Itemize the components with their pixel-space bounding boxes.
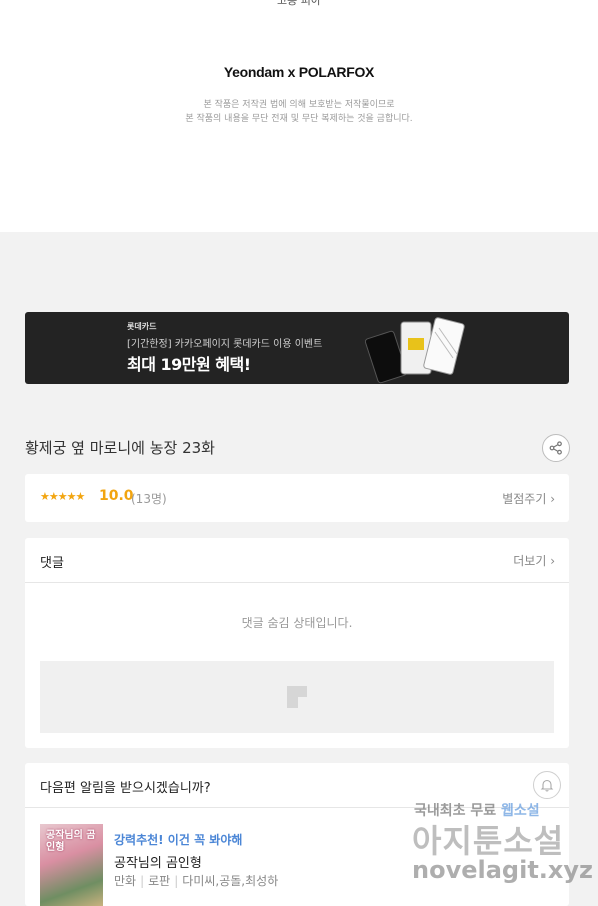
share-icon (549, 441, 562, 455)
rating-card: ★★★★★ 10.0 (13명) 별점주기 › (25, 474, 569, 522)
rate-button[interactable]: 별점주기 › (502, 490, 555, 507)
copyright-line: 본 작품의 내용을 무단 전재 및 무단 복제하는 것을 금합니다. (185, 114, 413, 124)
banner-headline: 최대 19만원 혜택! (127, 355, 251, 374)
image-placeholder-icon (287, 686, 307, 708)
notify-header: 다음편 알림을 받으시겠습니까? (25, 763, 569, 808)
notify-bell-button[interactable] (533, 771, 561, 799)
recommendation-meta: 만화 | 로판 | 다미씨,공돌,최성하 (114, 874, 279, 888)
recommendation-thumbnail[interactable]: 공작님의 곰인형 (40, 824, 103, 906)
credit-cards-illustration (365, 317, 465, 384)
banner-subtitle: [기간한정] 카카오페이지 롯데카드 이용 이벤트 (127, 339, 323, 350)
ad-banner[interactable]: 롯데카드 [기간한정] 카카오페이지 롯데카드 이용 이벤트 최대 19만원 혜… (25, 312, 569, 384)
subgenre-label: 로판 (148, 874, 171, 888)
notify-question: 다음편 알림을 받으시겠습니까? (40, 781, 211, 796)
notify-card: 다음편 알림을 받으시겠습니까? 공작님의 곰인형 강력추천! 이건 꼭 봐야해… (25, 763, 569, 906)
recommendation-title[interactable]: 공작님의 곰인형 (114, 852, 202, 871)
thumbnail-title-text: 공작님의 곰인형 (46, 830, 96, 853)
comments-title: 댓글 (40, 556, 64, 571)
cut-off-text: 고용 피아 (277, 0, 321, 7)
rating-score: 10.0 (99, 488, 134, 504)
comments-header: 댓글 더보기 › (25, 538, 569, 583)
bell-icon (540, 779, 554, 792)
studio-logo: Yeondam x POLARFOX (223, 64, 375, 80)
episode-title: 황제궁 옆 마로니에 농장 23화 (25, 439, 215, 457)
recommendation-label: 강력추천! 이건 꼭 봐야해 (114, 833, 243, 847)
comments-hidden-message: 댓글 숨김 상태입니다. (241, 616, 353, 630)
footer-section: 고용 피아 Yeondam x POLARFOX 본 작품은 저작권 법에 의해… (0, 0, 598, 232)
authors-label: 다미씨,공돌,최성하 (182, 874, 279, 888)
copyright-notice: 본 작품은 저작권 법에 의해 보호받는 저작물이므로 본 작품의 내용을 무단… (0, 98, 598, 126)
comments-card: 댓글 더보기 › 댓글 숨김 상태입니다. (25, 538, 569, 748)
share-button[interactable] (542, 434, 570, 462)
ad-placeholder[interactable] (40, 661, 554, 733)
banner-brand: 롯데카드 (127, 322, 157, 331)
rating-stars: ★★★★★ (40, 490, 85, 503)
genre-label: 만화 (114, 874, 137, 888)
comments-more-link[interactable]: 더보기 › (513, 552, 555, 569)
copyright-line: 본 작품은 저작권 법에 의해 보호받는 저작물이므로 (203, 100, 395, 110)
rating-count: (13명) (131, 492, 167, 506)
